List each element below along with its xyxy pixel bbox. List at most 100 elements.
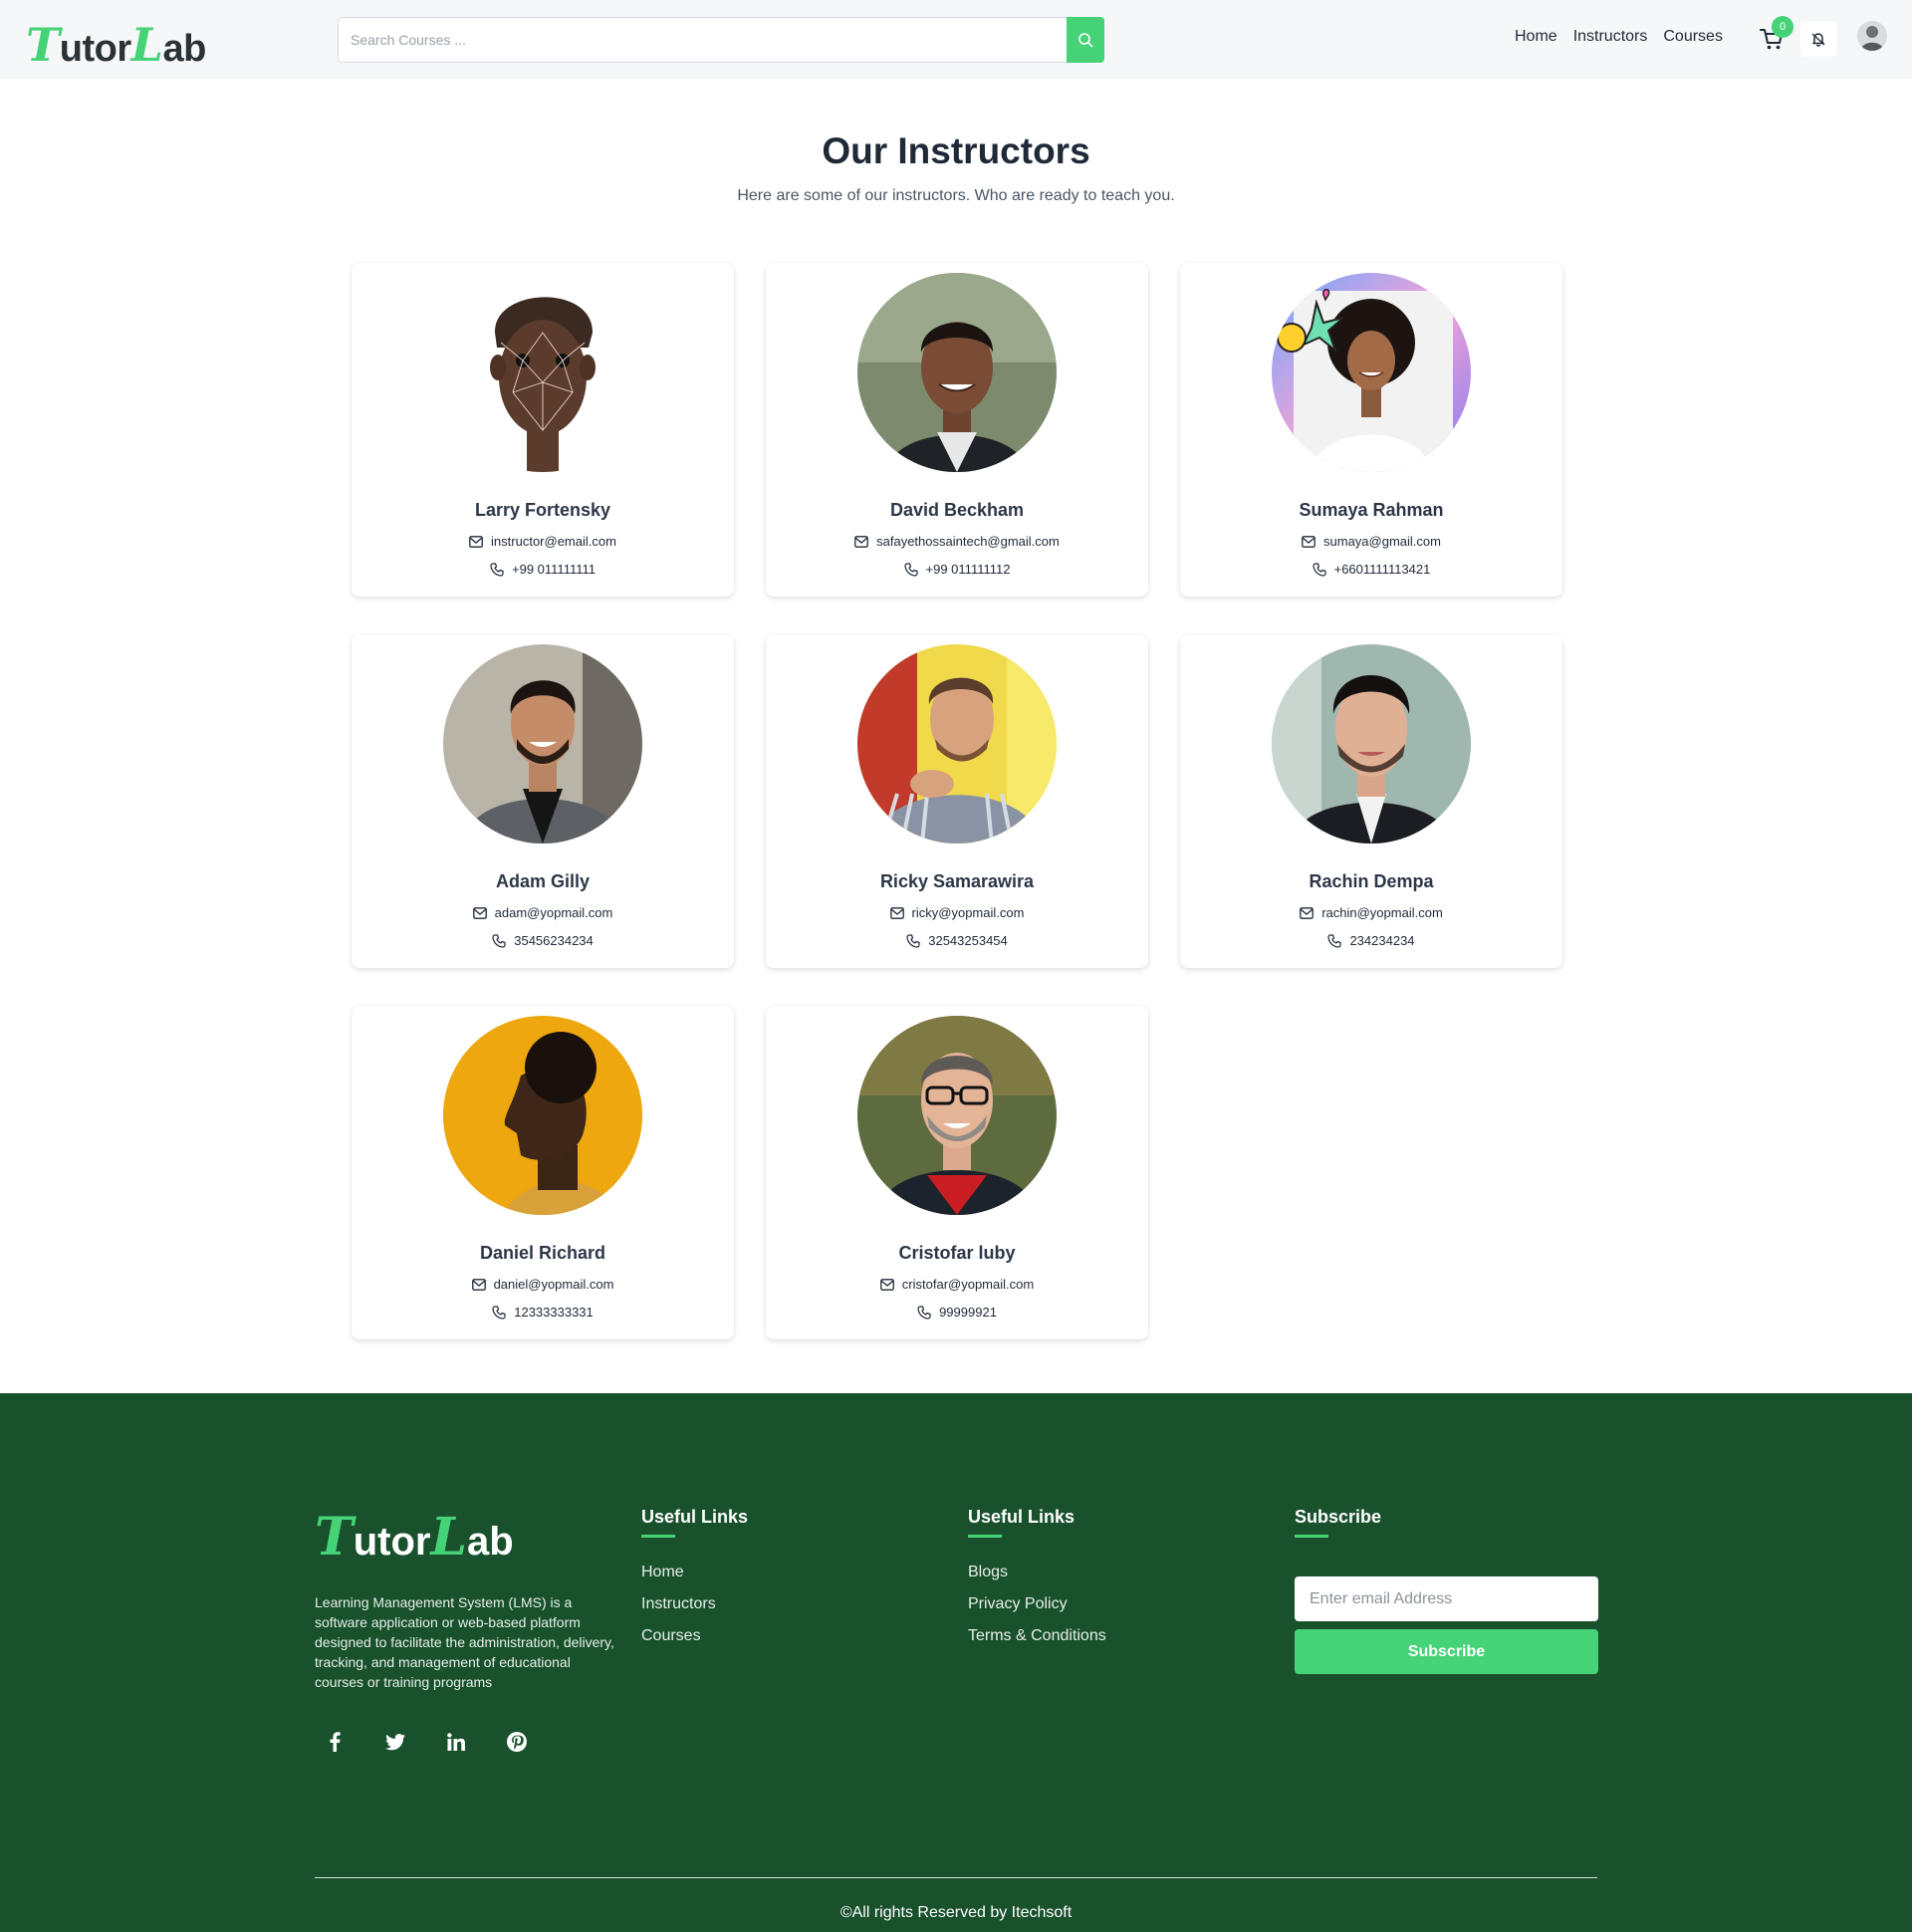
- instructor-photo: [443, 273, 642, 472]
- footer-link-privacy-policy[interactable]: Privacy Policy: [968, 1595, 1106, 1627]
- instructor-photo: [857, 273, 1057, 472]
- instructor-phone: +99 011111111: [512, 562, 596, 577]
- logo-text-utor: utor: [59, 28, 131, 70]
- instructor-card[interactable]: Daniel Richard daniel@yopmail.com 123333…: [352, 1006, 734, 1339]
- copyright-text: ©All rights Reserved by Itechsoft: [839, 1904, 1073, 1921]
- search-bar: [338, 17, 1104, 63]
- cart-count-badge: 0: [1772, 16, 1793, 38]
- instructor-phone-row: 32543253454: [766, 933, 1148, 948]
- phone-icon: [492, 1305, 506, 1320]
- instructor-name: David Beckham: [889, 500, 1025, 520]
- footer-useful-links-1: Useful Links Home Instructors Courses: [641, 1507, 748, 1659]
- instructor-email: ricky@yopmail.com: [911, 905, 1025, 920]
- instructor-name: Adam Gilly: [495, 871, 591, 891]
- title-underline: [1295, 1535, 1328, 1538]
- instructor-phone: 234234234: [1349, 933, 1415, 948]
- logo-letter-t: T: [315, 1507, 354, 1568]
- mail-icon: [471, 1278, 486, 1291]
- instructor-card[interactable]: David Beckham safayethossaintech@gmail.c…: [766, 263, 1148, 597]
- subscribe-button[interactable]: Subscribe: [1295, 1629, 1598, 1674]
- subscribe-email-input[interactable]: [1295, 1576, 1598, 1621]
- instructor-phone: 35456234234: [514, 933, 594, 948]
- instructor-phone-row: 35456234234: [352, 933, 734, 948]
- phone-icon: [917, 1305, 931, 1320]
- nav-link-instructors[interactable]: Instructors: [1573, 28, 1648, 46]
- logo[interactable]: Tutor Lab: [26, 18, 206, 72]
- instructor-email-row: instructor@email.com: [352, 534, 734, 549]
- instructor-phone: 99999921: [939, 1305, 997, 1320]
- instructor-photo: [1272, 273, 1471, 472]
- search-button[interactable]: [1067, 17, 1104, 63]
- facebook-icon: [330, 1732, 341, 1752]
- instructor-phone-row: +99 011111112: [766, 562, 1148, 577]
- logo-text-ab: ab: [162, 28, 206, 70]
- title-underline: [968, 1535, 1002, 1538]
- footer: Tutor Lab Learning Management System (LMS…: [0, 1393, 1912, 1932]
- instructor-card[interactable]: Ricky Samarawira ricky@yopmail.com 32543…: [766, 634, 1148, 968]
- footer-link-courses[interactable]: Courses: [641, 1627, 748, 1659]
- pinterest-link[interactable]: [497, 1722, 537, 1762]
- instructor-email-row: daniel@yopmail.com: [352, 1277, 734, 1292]
- linkedin-icon: [447, 1733, 465, 1751]
- instructor-photo: [443, 1016, 642, 1215]
- footer-useful-links-2: Useful Links Blogs Privacy Policy Terms …: [968, 1507, 1106, 1659]
- instructor-email: cristofar@yopmail.com: [901, 1277, 1035, 1292]
- instructor-phone-row: +99 011111111: [352, 562, 734, 577]
- mail-icon: [1302, 535, 1315, 548]
- instructor-email-row: adam@yopmail.com: [352, 905, 734, 920]
- instructor-email: instructor@email.com: [491, 534, 616, 549]
- nav-link-home[interactable]: Home: [1515, 28, 1557, 46]
- instructor-email: daniel@yopmail.com: [493, 1277, 614, 1292]
- mail-icon: [469, 535, 483, 548]
- search-input[interactable]: [338, 17, 1067, 63]
- instructor-photo: [857, 1016, 1057, 1215]
- footer-col-title: Useful Links: [641, 1507, 749, 1527]
- instructor-card[interactable]: Adam Gilly adam@yopmail.com 35456234234: [352, 634, 734, 968]
- logo-letter-l: L: [430, 1507, 468, 1568]
- instructor-card[interactable]: Sumaya Rahman sumaya@gmail.com +66011111…: [1180, 263, 1562, 597]
- instructor-email: adam@yopmail.com: [494, 905, 613, 920]
- instructor-email-row: sumaya@gmail.com: [1180, 534, 1562, 549]
- footer-col-title: Useful Links: [968, 1507, 1076, 1527]
- footer-logo[interactable]: Tutor Lab: [315, 1507, 514, 1568]
- instructor-name: Sumaya Rahman: [1299, 500, 1444, 520]
- footer-link-instructors[interactable]: Instructors: [641, 1595, 748, 1627]
- footer-link-terms[interactable]: Terms & Conditions: [968, 1627, 1106, 1659]
- instructor-email: sumaya@gmail.com: [1323, 534, 1441, 549]
- instructor-name: Rachin Dempa: [1309, 871, 1434, 891]
- instructor-name: Cristofar luby: [898, 1243, 1016, 1263]
- instructor-name: Ricky Samarawira: [879, 871, 1035, 891]
- user-avatar[interactable]: [1857, 21, 1887, 51]
- footer-link-blogs[interactable]: Blogs: [968, 1564, 1106, 1595]
- instructor-card[interactable]: Cristofar luby cristofar@yopmail.com 999…: [766, 1006, 1148, 1339]
- footer-description: Learning Management System (LMS) is a so…: [315, 1594, 614, 1690]
- instructor-email: rachin@yopmail.com: [1321, 905, 1443, 920]
- bell-icon: [1811, 33, 1825, 47]
- instructor-name: Daniel Richard: [479, 1243, 606, 1263]
- notifications-button[interactable]: [1800, 21, 1836, 57]
- phone-icon: [1327, 933, 1342, 948]
- mail-icon: [472, 906, 487, 919]
- mail-icon: [889, 906, 904, 919]
- instructor-photo: [857, 644, 1057, 844]
- instructor-phone-row: 99999921: [766, 1305, 1148, 1320]
- instructor-photo: [443, 644, 642, 844]
- logo-text-ab: ab: [467, 1520, 514, 1564]
- twitter-link[interactable]: [375, 1722, 415, 1762]
- user-avatar-icon: [1857, 21, 1887, 51]
- linkedin-link[interactable]: [436, 1722, 476, 1762]
- instructor-phone: +99 011111112: [925, 562, 1011, 577]
- page-title: Our Instructors: [822, 130, 1090, 171]
- instructor-email-row: ricky@yopmail.com: [766, 905, 1148, 920]
- phone-icon: [1313, 562, 1326, 577]
- facebook-link[interactable]: [315, 1722, 355, 1762]
- top-navbar: TutorLab Home Instructors Courses 0: [0, 0, 1912, 79]
- logo-letter-t: T: [26, 18, 60, 72]
- instructor-card[interactable]: Larry Fortensky instructor@email.com +99…: [352, 263, 734, 597]
- instructor-card[interactable]: Rachin Dempa rachin@yopmail.com 23423423…: [1180, 634, 1562, 968]
- instructor-phone-row: 12333333331: [352, 1305, 734, 1320]
- instructor-phone: +6601111113421: [1333, 562, 1431, 577]
- footer-link-home[interactable]: Home: [641, 1564, 748, 1595]
- nav-link-courses[interactable]: Courses: [1663, 28, 1723, 46]
- phone-icon: [903, 562, 918, 577]
